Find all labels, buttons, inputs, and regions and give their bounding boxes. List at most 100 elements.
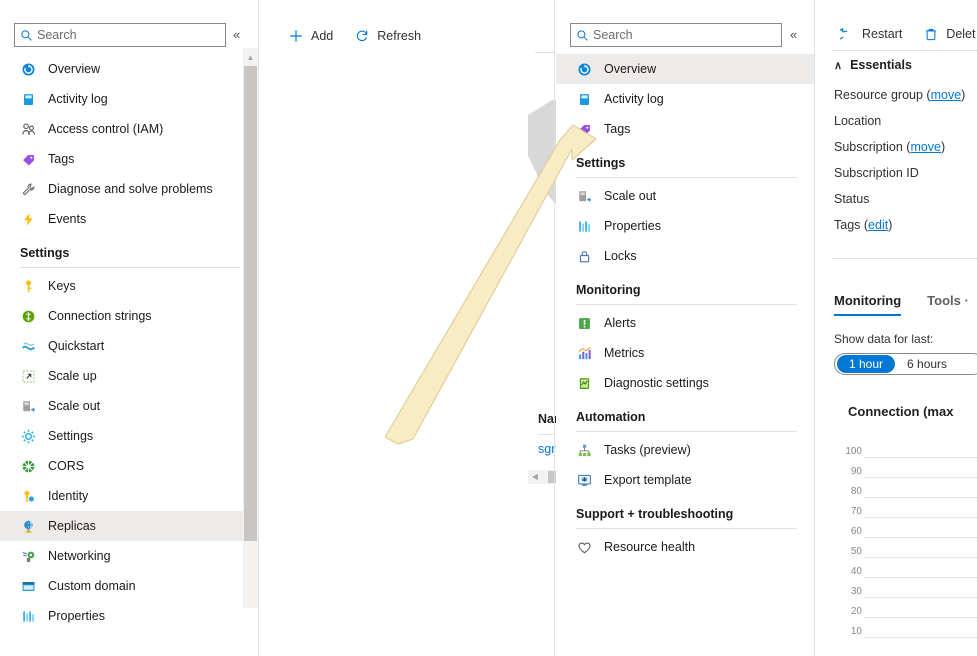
left-search-input[interactable]: Search [14,23,226,47]
sidebar-item-connection-strings[interactable]: Connection strings [0,301,258,331]
essentials-subscription-link[interactable]: move [910,140,941,154]
resourcenav-item-label: Export template [604,473,692,487]
sidebar-group-divider [20,267,240,268]
restart-button-label: Restart [862,27,902,41]
essentials-tags-link[interactable]: edit [868,218,888,232]
essentials-divider [832,258,977,259]
diagnostic-settings-icon [576,375,592,391]
essentials-row-subscription: Subscription (move) [834,134,977,160]
essentials-row-resource-group: Resource group (move) [834,82,977,108]
resourcenav-item-scale-out[interactable]: Scale out [556,181,815,211]
sidebar-item-properties[interactable]: Properties [0,601,258,631]
chart-gridline-row: 50 [836,538,977,558]
chart-gridline-row: 10 [836,618,977,638]
identity-icon [20,488,36,504]
essentials-resource-group-link[interactable]: move [931,88,962,102]
sidebar-item-tags[interactable]: Tags [0,144,258,174]
resourcenav-item-label: Activity log [604,92,664,106]
scroll-up-arrow[interactable]: ▲ [243,50,258,64]
sidebar-item-scale-up[interactable]: Scale up [0,361,258,391]
sidebar-item-label: Identity [48,489,88,503]
sidebar-item-replicas[interactable]: Replicas [0,511,258,541]
refresh-button[interactable]: Refresh [347,26,427,46]
sidebar-item-label: Properties [48,609,105,623]
chart-ytick-label: 70 [836,506,862,517]
overview-icon [576,61,592,77]
resourcenav-group-settings: Settings [556,144,815,172]
tags-icon [20,151,36,167]
scroll-left-arrow[interactable]: ◀ [528,470,542,484]
sidebar-item-keys[interactable]: Keys [0,271,258,301]
connection-strings-icon [20,308,36,324]
resourcenav-item-overview[interactable]: Overview [556,54,815,84]
resourcenav-item-metrics[interactable]: Metrics [556,338,815,368]
sidebar-item-label: Custom domain [48,579,136,593]
essentials-header[interactable]: ∧ Essentials [834,58,912,72]
resourcenav-item-label: Overview [604,62,656,76]
events-icon [20,211,36,227]
resource-search-input[interactable]: Search [570,23,782,47]
time-range-6-hours[interactable]: 6 hours [895,355,959,373]
resourcenav-item-label: Metrics [604,346,644,360]
sidebar-item-label: Networking [48,549,111,563]
sidebar-item-overview[interactable]: Overview [0,54,258,84]
sidebar-item-label: Access control (IAM) [48,122,163,136]
essentials-row-subscription-id: Subscription ID [834,160,977,186]
connection-chart: 100908070605040302010 [836,438,977,638]
scale-up-icon [20,368,36,384]
sidebar-item-cors[interactable]: CORS [0,451,258,481]
chart-title: Connection (max [848,404,953,419]
sidebar-item-quickstart[interactable]: Quickstart [0,331,258,361]
sidebar-item-label: Activity log [48,92,108,106]
sidebar-item-access-control-iam[interactable]: Access control (IAM) [0,114,258,144]
resourcenav-group-automation: Automation [556,398,815,426]
tab-tools[interactable]: Tools · [927,293,969,314]
resourcenav-item-diagnostic-settings[interactable]: Diagnostic settings [556,368,815,398]
overview-detail-panel: Restart Delet ∧ Essentials Resource grou… [816,0,977,656]
sidebar-item-label: Connection strings [48,309,152,323]
resourcenav-item-resource-health[interactable]: Resource health [556,532,815,562]
resourcenav-item-tasks-preview[interactable]: Tasks (preview) [556,435,815,465]
export-template-icon [576,472,592,488]
sidebar-item-custom-domain[interactable]: Custom domain [0,571,258,601]
resourcenav-item-locks[interactable]: Locks [556,241,815,271]
middle-panel-divider [554,0,555,656]
time-range-1-hour[interactable]: 1 hour [837,355,895,373]
resource-health-icon [576,539,592,555]
sidebar-item-scale-out[interactable]: Scale out [0,391,258,421]
delete-button[interactable]: Delet [916,24,977,44]
resourcenav-item-alerts[interactable]: Alerts [556,308,815,338]
scroll-thumb[interactable] [244,66,257,541]
chart-ytick-label: 20 [836,606,862,617]
resourcenav-item-properties[interactable]: Properties [556,211,815,241]
access-control-icon [20,121,36,137]
sidebar-item-identity[interactable]: Identity [0,481,258,511]
left-collapse-button[interactable]: « [233,27,239,42]
add-button[interactable]: Add [281,26,339,46]
chart-gridline-row: 90 [836,458,977,478]
tab-monitoring[interactable]: Monitoring [834,293,901,316]
sidebar-item-diagnose-and-solve-problems[interactable]: Diagnose and solve problems [0,174,258,204]
resourcenav-item-tags[interactable]: Tags [556,114,815,144]
sidebar-item-networking[interactable]: Networking [0,541,258,571]
gear-icon [20,428,36,444]
left-panel-scrollbar[interactable]: ▲ [243,48,258,608]
chart-ytick-label: 10 [836,626,862,637]
replicas-panel: Add Refresh [259,0,555,656]
resourcenav-item-export-template[interactable]: Export template [556,465,815,495]
sidebar-item-settings[interactable]: Settings [0,421,258,451]
sidebar-item-label: Diagnose and solve problems [48,182,213,196]
delete-icon [922,27,940,41]
resource-collapse-button[interactable]: « [790,27,796,42]
cors-icon [20,458,36,474]
resourcenav-item-activity-log[interactable]: Activity log [556,84,815,114]
time-range-label: Show data for last: [834,332,933,346]
scale-out-icon [20,398,36,414]
restart-button[interactable]: Restart [832,24,908,44]
resourcenav-group-divider [576,177,797,178]
sidebar-item-events[interactable]: Events [0,204,258,234]
time-range-toggle[interactable]: 1 hour6 hours [834,353,977,375]
replicas-icon [20,518,36,534]
sidebar-item-activity-log[interactable]: Activity log [0,84,258,114]
resourcenav-group-divider [576,528,797,529]
